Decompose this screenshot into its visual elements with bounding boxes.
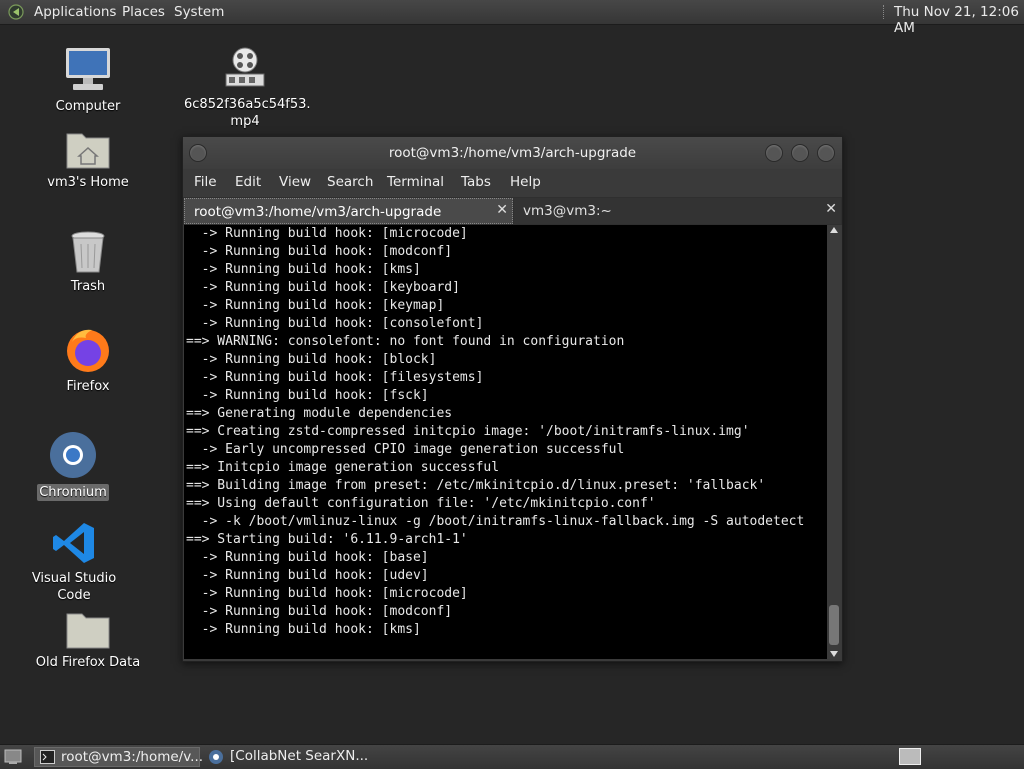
terminal-line: -> Running build hook: [microcode] bbox=[186, 586, 468, 601]
tab-bar: root@vm3:/home/vm3/arch-upgrade ✕ vm3@vm… bbox=[183, 197, 842, 225]
menu-edit[interactable]: Edit bbox=[235, 174, 261, 190]
tab-label: root@vm3:/home/vm3/arch-upgrade bbox=[194, 204, 442, 220]
menu-view[interactable]: View bbox=[279, 174, 311, 190]
menu-help[interactable]: Help bbox=[510, 174, 541, 190]
terminal-line: ==> Using default configuration file: '/… bbox=[186, 496, 656, 511]
terminal-line: -> Running build hook: [base] bbox=[186, 550, 429, 565]
terminal-line: ==> WARNING: consolefont: no font found … bbox=[186, 334, 625, 349]
tab-vm3-home[interactable]: vm3@vm3:~ ✕ bbox=[514, 198, 841, 224]
desktop-icon-label: vm3's Home bbox=[47, 175, 129, 190]
scroll-up-arrow-icon[interactable] bbox=[830, 227, 838, 233]
terminal-line: ==> Generating module dependencies bbox=[186, 406, 453, 421]
top-panel: Applications Places System Thu Nov 21, 1… bbox=[0, 0, 1024, 36]
terminal-output[interactable]: -> Running build hook: [microcode] -> Ru… bbox=[184, 225, 827, 659]
chromium-icon bbox=[50, 432, 96, 478]
terminal-line: -> Running build hook: [fsck] bbox=[186, 388, 429, 403]
terminal-window[interactable]: root@vm3:/home/vm3/arch-upgrade File Edi… bbox=[182, 136, 843, 662]
show-desktop-icon[interactable] bbox=[4, 749, 22, 765]
home-folder-icon bbox=[66, 133, 110, 169]
desktop-icon-label: Visual Studio Code bbox=[31, 571, 117, 603]
computer-icon bbox=[66, 48, 110, 90]
terminal-line: -> Running build hook: [block] bbox=[186, 352, 437, 367]
terminal-line: -> Running build hook: [modconf] bbox=[186, 244, 453, 259]
tab-close-icon[interactable]: ✕ bbox=[496, 202, 508, 218]
menubar: File Edit View Search Terminal Tabs Help bbox=[183, 169, 842, 195]
places-menu[interactable]: Places bbox=[122, 4, 165, 20]
menu-search[interactable]: Search bbox=[327, 174, 373, 190]
scrollbar-thumb[interactable] bbox=[829, 605, 839, 645]
workspace-switcher[interactable] bbox=[899, 748, 921, 765]
terminal-line: -> Running build hook: [keyboard] bbox=[186, 280, 460, 295]
terminal-line: ==> Initcpio image generation successful bbox=[186, 460, 500, 475]
close-icon[interactable] bbox=[817, 144, 835, 162]
terminal-line: ==> Building image from preset: /etc/mki… bbox=[186, 478, 766, 493]
video-file-icon bbox=[225, 47, 265, 87]
panel-separator bbox=[883, 5, 886, 19]
tab-close-icon[interactable]: ✕ bbox=[825, 201, 837, 217]
terminal-line: -> Running build hook: [keymap] bbox=[186, 298, 445, 313]
taskbar-item-browser[interactable]: [CollabNet SearXN... bbox=[204, 747, 374, 767]
menu-file[interactable]: File bbox=[194, 174, 217, 190]
desktop-icon-firefox[interactable]: Firefox bbox=[40, 326, 136, 395]
desktop-icon-trash[interactable]: Trash bbox=[40, 230, 136, 295]
vscode-icon bbox=[53, 523, 94, 563]
tab-root-arch-upgrade[interactable]: root@vm3:/home/vm3/arch-upgrade ✕ bbox=[184, 198, 513, 224]
tab-label: vm3@vm3:~ bbox=[523, 203, 612, 219]
desktop-icon-label: Old Firefox Data bbox=[35, 655, 141, 670]
terminal-line: -> -k /boot/vmlinuz-linux -g /boot/initr… bbox=[186, 514, 805, 529]
window-titlebar[interactable]: root@vm3:/home/vm3/arch-upgrade bbox=[183, 137, 842, 169]
terminal-line: -> Running build hook: [consolefont] bbox=[186, 316, 484, 331]
trash-icon bbox=[71, 231, 105, 273]
taskbar-item-label: root@vm3:/home/v... bbox=[61, 749, 204, 765]
chromium-icon bbox=[209, 750, 223, 764]
terminal-line: -> Running build hook: [modconf] bbox=[186, 604, 453, 619]
menu-tabs[interactable]: Tabs bbox=[461, 174, 491, 190]
applications-menu[interactable]: Applications bbox=[34, 4, 116, 20]
desktop-icon-home[interactable]: vm3's Home bbox=[40, 128, 136, 191]
taskbar-item-label: [CollabNet SearXN... bbox=[230, 748, 369, 764]
terminal-line: ==> Starting build: '6.11.9-arch1-1' bbox=[186, 532, 468, 547]
firefox-icon bbox=[67, 329, 109, 372]
terminal-line: -> Early uncompressed CPIO image generat… bbox=[186, 442, 625, 457]
scroll-down-arrow-icon[interactable] bbox=[830, 651, 838, 657]
terminal-line: -> Running build hook: [kms] bbox=[186, 622, 421, 637]
desktop-icon-label: 6c852f36a5c54f53. bbox=[184, 97, 311, 112]
terminal-line: -> Running build hook: [filesystems] bbox=[186, 370, 484, 385]
terminal-icon bbox=[40, 750, 55, 764]
desktop-icon-label: Computer bbox=[55, 99, 121, 114]
maximize-icon[interactable] bbox=[791, 144, 809, 162]
menu-terminal[interactable]: Terminal bbox=[387, 174, 444, 190]
system-menu[interactable]: System bbox=[174, 4, 224, 20]
desktop-icon-computer[interactable]: Computer bbox=[40, 46, 136, 115]
terminal-line: -> Running build hook: [udev] bbox=[186, 568, 429, 583]
desktop-icon-label: Trash bbox=[70, 279, 106, 294]
folder-icon bbox=[66, 613, 110, 649]
taskbar-item-terminal[interactable]: root@vm3:/home/v... bbox=[34, 747, 204, 767]
gnome-foot-icon[interactable] bbox=[8, 4, 24, 20]
desktop-icon-vscode[interactable]: Visual Studio Code bbox=[14, 520, 134, 604]
bottom-panel: root@vm3:/home/v... [CollabNet SearXN... bbox=[0, 744, 1024, 769]
clock[interactable]: Thu Nov 21, 12:06 AM bbox=[894, 4, 1024, 36]
terminal-line: ==> Creating zstd-compressed initcpio im… bbox=[186, 424, 750, 439]
desktop-icon-old-firefox-data[interactable]: Old Firefox Data bbox=[30, 608, 146, 671]
terminal-line: -> Running build hook: [microcode] bbox=[186, 226, 468, 241]
desktop-icon-chromium[interactable]: Chromium bbox=[28, 430, 118, 501]
desktop-icon-label: Chromium bbox=[37, 484, 109, 501]
terminal-scrollbar[interactable] bbox=[827, 225, 841, 659]
desktop-icon-video-file[interactable]: 6c852f36a5c54f53. mp4 bbox=[182, 46, 311, 130]
desktop-icon-label: Firefox bbox=[66, 379, 110, 394]
terminal-lines: -> Running build hook: [microcode] -> Ru… bbox=[186, 225, 804, 639]
terminal-line: -> Running build hook: [kms] bbox=[186, 262, 421, 277]
desktop-icon-label-line2: mp4 bbox=[230, 114, 260, 129]
window-title: root@vm3:/home/vm3/arch-upgrade bbox=[388, 145, 637, 161]
minimize-icon[interactable] bbox=[765, 144, 783, 162]
